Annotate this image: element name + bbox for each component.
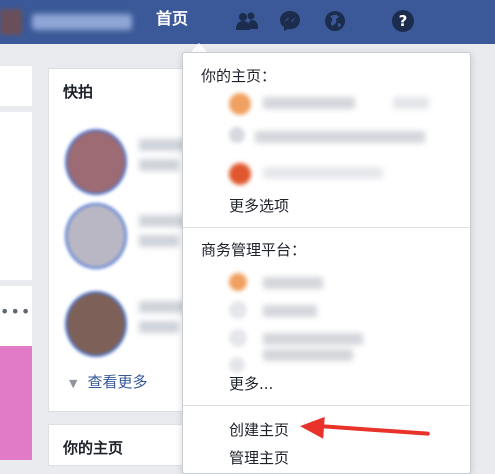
page-avatar[interactable]: [229, 93, 251, 115]
more-options-item[interactable]: 更多选项: [229, 195, 289, 216]
your-pages-title: 你的主页: [63, 439, 124, 457]
see-more-link[interactable]: ▼ 查看更多: [69, 371, 147, 392]
account-dropdown-menu: 你的主页： 更多选项 商务管理平台： 更多... 创建主页 管理主页: [182, 52, 471, 474]
business-manager-section-label: 商务管理平台：: [201, 241, 307, 259]
help-icon[interactable]: ?: [392, 10, 414, 32]
page-avatar[interactable]: [229, 163, 251, 185]
more-options-icon[interactable]: •••: [0, 302, 31, 321]
story-meta-blurred: [139, 321, 179, 333]
more-business-item[interactable]: 更多...: [229, 373, 273, 394]
left-column-pink-card: [0, 346, 32, 460]
menu-divider: [183, 405, 470, 406]
profile-avatar[interactable]: [0, 9, 22, 35]
business-account-name-blurred[interactable]: [263, 349, 353, 361]
create-page-item[interactable]: 创建主页: [229, 419, 289, 440]
see-more-label: 查看更多: [87, 373, 148, 391]
business-account-avatar[interactable]: [229, 301, 247, 319]
left-column-card: [0, 66, 32, 106]
your-pages-section-label: 你的主页：: [201, 67, 277, 85]
page-badge-blurred: [393, 97, 429, 109]
page-name-blurred[interactable]: [263, 167, 383, 179]
messenger-bubble-icon: [280, 11, 300, 31]
home-link[interactable]: 首页: [156, 9, 188, 29]
business-account-avatar[interactable]: [229, 329, 247, 347]
page-avatar[interactable]: [229, 127, 245, 143]
page-name-blurred[interactable]: [263, 97, 355, 109]
manage-pages-item[interactable]: 管理主页: [229, 447, 289, 468]
story-meta-blurred: [139, 235, 179, 247]
friend-requests-icon[interactable]: [236, 10, 258, 32]
stories-panel: 快拍 ▼ 查看更多: [48, 68, 200, 412]
story-avatar[interactable]: [65, 291, 127, 357]
stories-title: 快拍: [63, 83, 94, 101]
profile-name-blurred[interactable]: [32, 14, 132, 30]
friends-icon: [236, 12, 258, 30]
business-account-avatar[interactable]: [229, 357, 245, 373]
chevron-down-icon: ▼: [69, 377, 78, 390]
business-account-avatar[interactable]: [229, 273, 247, 291]
story-avatar[interactable]: [65, 203, 127, 269]
page-name-blurred[interactable]: [255, 131, 425, 143]
notifications-globe-icon[interactable]: [324, 10, 346, 32]
left-column-card: [0, 112, 32, 280]
messenger-icon[interactable]: [279, 10, 301, 32]
menu-divider: [183, 227, 470, 228]
story-avatar[interactable]: [65, 129, 127, 195]
top-navigation-bar: 首页 ?: [0, 0, 495, 44]
business-account-name-blurred[interactable]: [263, 277, 323, 289]
story-meta-blurred: [139, 159, 179, 171]
business-account-name-blurred[interactable]: [263, 305, 317, 317]
business-account-name-blurred[interactable]: [263, 333, 363, 345]
globe-icon: [325, 11, 345, 31]
